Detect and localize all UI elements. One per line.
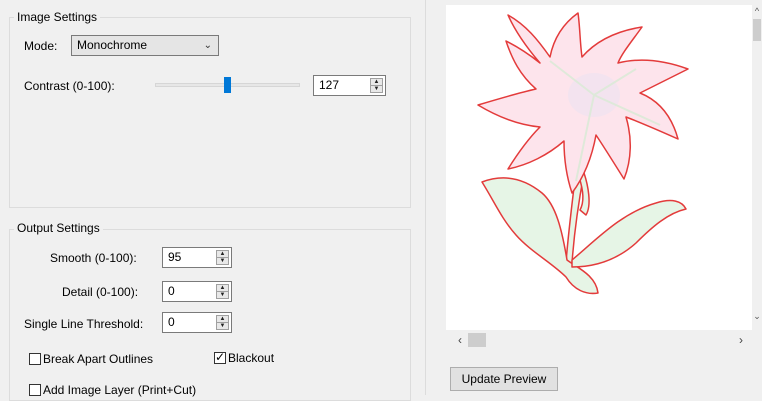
flower-preview-image (477, 12, 689, 295)
threshold-label: Single Line Threshold: (24, 317, 144, 331)
spin-down-icon[interactable]: ▼ (371, 86, 382, 92)
threshold-value: 0 (168, 315, 175, 329)
spin-down-icon[interactable]: ▼ (217, 292, 228, 298)
chevron-left-icon[interactable]: ‹ (454, 332, 466, 348)
preview-vertical-scrollbar[interactable]: ^ ⌄ (752, 5, 762, 330)
vertical-divider (425, 0, 426, 395)
mode-select[interactable]: Monochrome ⌄ (71, 35, 219, 56)
chevron-right-icon[interactable]: › (735, 332, 747, 348)
vertical-scroll-thumb[interactable] (753, 19, 761, 41)
contrast-slider-thumb[interactable] (224, 77, 231, 93)
contrast-label: Contrast (0-100): (24, 79, 115, 93)
output-settings-title: Output Settings (14, 221, 103, 235)
contrast-value: 127 (319, 78, 340, 92)
add-image-layer-checkbox[interactable] (29, 384, 41, 396)
smooth-label: Smooth (0-100): (50, 251, 137, 265)
chevron-up-icon[interactable]: ^ (752, 5, 762, 17)
contrast-stepper[interactable]: 127 ▲ ▼ (313, 75, 386, 96)
spin-down-icon[interactable]: ▼ (217, 323, 228, 329)
mode-select-value: Monochrome (77, 38, 148, 52)
threshold-stepper[interactable]: 0 ▲ ▼ (162, 312, 232, 333)
preview-horizontal-scrollbar[interactable]: ‹ › (446, 331, 752, 349)
spin-arrows-icon[interactable]: ▲ ▼ (216, 315, 229, 330)
horizontal-scroll-thumb[interactable] (468, 333, 486, 347)
spin-up-icon[interactable]: ▲ (217, 285, 228, 292)
right-leaf (571, 199, 687, 268)
add-image-layer-label[interactable]: Add Image Layer (Print+Cut) (43, 382, 196, 398)
update-preview-button[interactable]: Update Preview (450, 367, 558, 391)
detail-label: Detail (0-100): (62, 285, 139, 299)
blackout-checkbox[interactable]: ✓ (214, 350, 226, 364)
preview-pane (446, 5, 752, 330)
chevron-down-icon: ⌄ (203, 40, 212, 51)
spin-up-icon[interactable]: ▲ (217, 251, 228, 258)
spin-down-icon[interactable]: ▼ (217, 258, 228, 264)
checkmark-icon: ✓ (215, 350, 226, 364)
blackout-label[interactable]: Blackout (228, 350, 274, 366)
spin-arrows-icon[interactable]: ▲ ▼ (216, 250, 229, 265)
spin-up-icon[interactable]: ▲ (217, 316, 228, 323)
mode-label: Mode: (24, 39, 58, 53)
break-apart-label[interactable]: Break Apart Outlines (43, 351, 153, 367)
detail-stepper[interactable]: 0 ▲ ▼ (162, 281, 232, 302)
smooth-value: 95 (168, 250, 182, 264)
image-settings-title: Image Settings (14, 10, 101, 24)
smooth-stepper[interactable]: 95 ▲ ▼ (162, 247, 232, 268)
chevron-down-icon[interactable]: ⌄ (752, 310, 762, 322)
spin-up-icon[interactable]: ▲ (371, 79, 382, 86)
detail-value: 0 (168, 284, 175, 298)
spin-arrows-icon[interactable]: ▲ ▼ (370, 78, 383, 93)
break-apart-checkbox[interactable] (29, 353, 41, 365)
spin-arrows-icon[interactable]: ▲ ▼ (216, 284, 229, 299)
